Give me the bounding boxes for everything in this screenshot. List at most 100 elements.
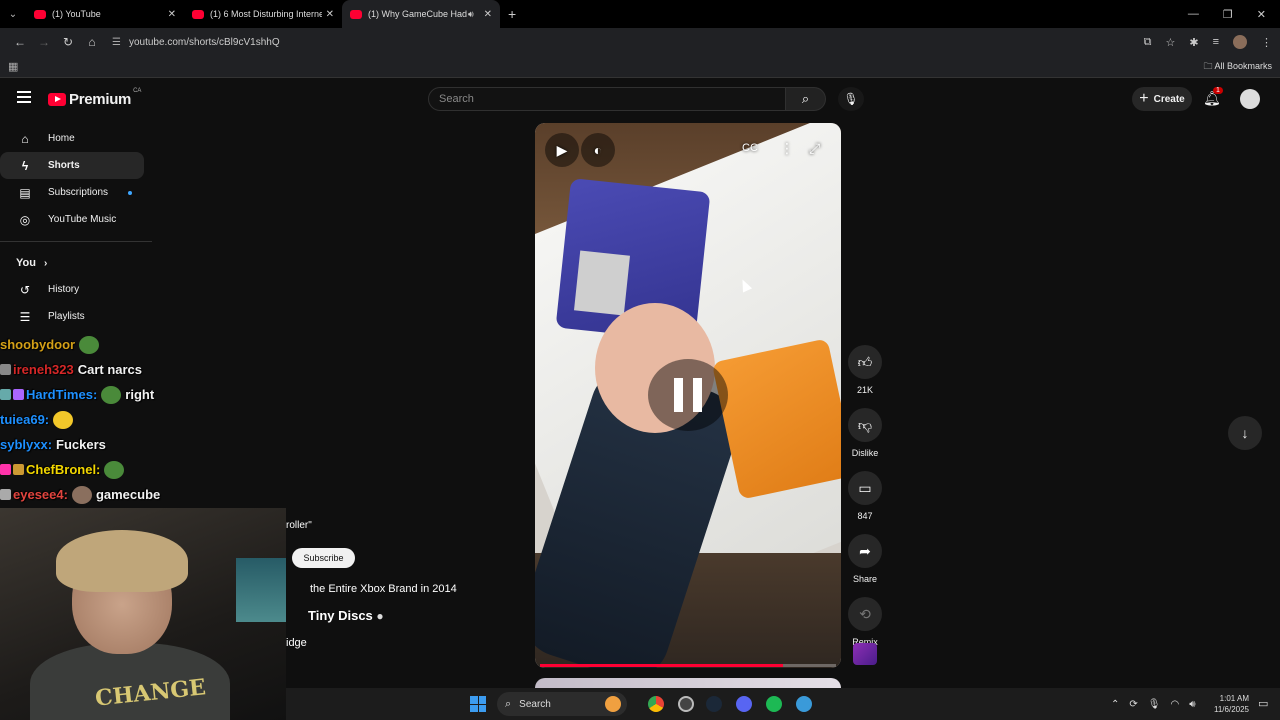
volume-button[interactable]: ◐ xyxy=(581,133,615,167)
webcam-inset-thumbnail xyxy=(236,558,286,622)
extensions-icon[interactable]: ✱ xyxy=(1189,36,1198,49)
back-icon[interactable]: ← xyxy=(8,35,32,49)
forward-icon[interactable]: → xyxy=(32,35,56,49)
search-input[interactable]: Search xyxy=(428,87,786,111)
taskbar-search[interactable]: ⌕ Search xyxy=(497,692,627,716)
title-fragment-text: Tiny Discs xyxy=(308,608,373,623)
browser-menu-icon[interactable]: ⋮ xyxy=(1261,36,1272,49)
window-controls: — ❐ ✕ xyxy=(1188,8,1280,21)
browser-tab-youtube[interactable]: (1) YouTube ✕ xyxy=(26,0,184,28)
spotify-icon[interactable] xyxy=(766,696,782,712)
profile-avatar[interactable] xyxy=(1233,35,1247,49)
share-arrow-icon: ➦ xyxy=(859,542,871,559)
reload-icon[interactable]: ↻ xyxy=(56,35,80,49)
tab-close-icon[interactable]: ✕ xyxy=(484,9,492,20)
comments-button[interactable]: ▭ xyxy=(848,471,882,505)
sidebar-item-history[interactable]: ↺ History xyxy=(0,276,144,303)
shorts-video-player[interactable]: ▶ ◐ CC ⋮ ⤢ xyxy=(535,123,841,668)
remix-button[interactable]: ⟲ xyxy=(848,597,882,631)
bookmark-star-icon[interactable]: ☆ xyxy=(1165,36,1175,49)
all-bookmarks-button[interactable]: 🗀︎ All Bookmarks xyxy=(1203,59,1272,75)
chat-badge-icon xyxy=(13,464,24,475)
sound-thumbnail[interactable] xyxy=(853,643,877,665)
chrome-icon[interactable] xyxy=(648,696,664,712)
stream-chat-overlay: shoobydoor ireneh323 Cart narcs HardTime… xyxy=(0,332,240,507)
suggested-title-fragment[interactable]: the Entire Xbox Brand in 2014 xyxy=(310,583,457,595)
chat-username: eyesee4: xyxy=(13,487,68,502)
sidebar-you-heading[interactable]: You › xyxy=(0,250,152,276)
sidebar-item-home[interactable]: ⌂ Home xyxy=(0,125,144,152)
create-label: Create xyxy=(1153,93,1185,105)
subscribe-button[interactable]: Subscribe xyxy=(292,548,355,568)
volume-tray-icon[interactable]: 🔊︎ xyxy=(1189,699,1195,710)
chevron-up-icon[interactable]: ⌃ xyxy=(1111,699,1119,710)
wifi-icon[interactable]: ◠ xyxy=(1170,699,1179,710)
chat-text: right xyxy=(125,387,155,402)
more-options-icon[interactable]: ⋮ xyxy=(780,140,794,157)
sidebar-item-youtube-music[interactable]: ◎ YouTube Music xyxy=(0,206,144,233)
play-button[interactable]: ▶ xyxy=(545,133,579,167)
browser-tab-gamecube[interactable]: (1) Why GameCube Had Tiny Discs 🔊︎ ✕ xyxy=(342,0,500,28)
chat-username: ChefBronel: xyxy=(26,462,101,477)
dislike-button[interactable]: 👎︎ xyxy=(848,408,882,442)
steam-icon[interactable] xyxy=(706,696,722,712)
video-meta-fragment: idge xyxy=(286,637,307,649)
account-avatar[interactable] xyxy=(1240,89,1260,109)
network-app-icon[interactable] xyxy=(796,696,812,712)
create-button[interactable]: + Create xyxy=(1132,87,1192,111)
chat-badge-icon xyxy=(0,389,11,400)
notification-center-icon[interactable]: ▭ xyxy=(1258,697,1268,710)
reading-list-icon[interactable]: ≡ xyxy=(1213,36,1219,48)
pause-overlay-icon[interactable] xyxy=(648,359,728,431)
sidebar-item-shorts[interactable]: ϟ Shorts xyxy=(0,152,144,179)
sidebar-item-subscriptions[interactable]: ▤ Subscriptions xyxy=(0,179,144,206)
chevron-right-icon: › xyxy=(43,257,48,269)
voice-search-button[interactable]: 🎙︎ xyxy=(838,87,864,111)
windows-start-icon[interactable] xyxy=(470,696,486,712)
thumbs-down-icon: 👎︎ xyxy=(857,416,873,433)
restore-icon[interactable]: ❐ xyxy=(1223,8,1233,21)
tab-search-chevron-icon[interactable]: ⌄ xyxy=(0,0,26,28)
settings-app-icon[interactable] xyxy=(678,696,694,712)
sync-icon[interactable]: ⟳ xyxy=(1129,699,1137,710)
fullscreen-icon[interactable]: ⤢ xyxy=(809,140,820,157)
youtube-favicon-icon xyxy=(192,9,204,19)
next-video-button[interactable]: ↓ xyxy=(1228,416,1262,450)
install-app-icon[interactable]: ⧉ xyxy=(1144,36,1152,49)
chat-username: syblyxx: xyxy=(0,437,53,452)
tab-close-icon[interactable]: ✕ xyxy=(326,9,334,20)
browser-toolbar-right: ⧉ ☆ ✱ ≡ ⋮ xyxy=(1144,35,1272,49)
url-field[interactable]: ☰ youtube.com/shorts/cBl9cV1shhQ xyxy=(112,31,1136,53)
speaker-icon[interactable]: 🔊︎ xyxy=(468,9,474,20)
youtube-favicon-icon xyxy=(34,9,46,19)
search-button[interactable]: ⌕ xyxy=(786,87,826,111)
streamer-webcam: CHANGE xyxy=(0,508,286,720)
site-info-icon[interactable]: ☰ xyxy=(112,37,121,48)
video-title-fragment: Tiny Discs ● xyxy=(308,608,384,623)
taskbar-clock[interactable]: 1:01 AM 11/6/2025 xyxy=(1214,693,1249,715)
apps-grid-icon[interactable]: ▦ xyxy=(8,60,18,73)
minimize-icon[interactable]: — xyxy=(1188,8,1199,21)
close-window-icon[interactable]: ✕ xyxy=(1257,8,1266,21)
new-tab-button[interactable]: + xyxy=(508,6,516,22)
youtube-premium-logo[interactable]: Premium CA xyxy=(48,88,141,108)
hamburger-menu-icon[interactable] xyxy=(17,91,31,103)
clock-time: 1:01 AM xyxy=(1219,694,1249,703)
mic-tray-icon[interactable]: 🎙︎ xyxy=(1148,699,1161,710)
video-progress-bar[interactable] xyxy=(540,664,836,667)
tab-title: (1) Why GameCube Had Tiny Discs xyxy=(368,9,468,19)
face-emote-icon xyxy=(71,485,92,504)
chat-message: eyesee4: gamecube xyxy=(0,482,240,507)
sidebar-item-playlists[interactable]: ☰ Playlists xyxy=(0,303,144,330)
remix-icon: ⟲ xyxy=(859,605,871,622)
home-browser-icon[interactable]: ⌂ xyxy=(80,35,104,49)
chat-badge-icon xyxy=(0,464,11,475)
browser-tab-disturbing[interactable]: (1) 6 Most Disturbing Internet M ✕ xyxy=(184,0,342,28)
share-button[interactable]: ➦ xyxy=(848,534,882,568)
tab-close-icon[interactable]: ✕ xyxy=(168,9,176,20)
like-button[interactable]: 👍︎ xyxy=(848,345,882,379)
captions-icon[interactable]: CC xyxy=(742,142,758,154)
tab-title: (1) 6 Most Disturbing Internet M xyxy=(210,9,322,19)
tab-title: (1) YouTube xyxy=(52,9,101,19)
discord-icon[interactable] xyxy=(736,696,752,712)
